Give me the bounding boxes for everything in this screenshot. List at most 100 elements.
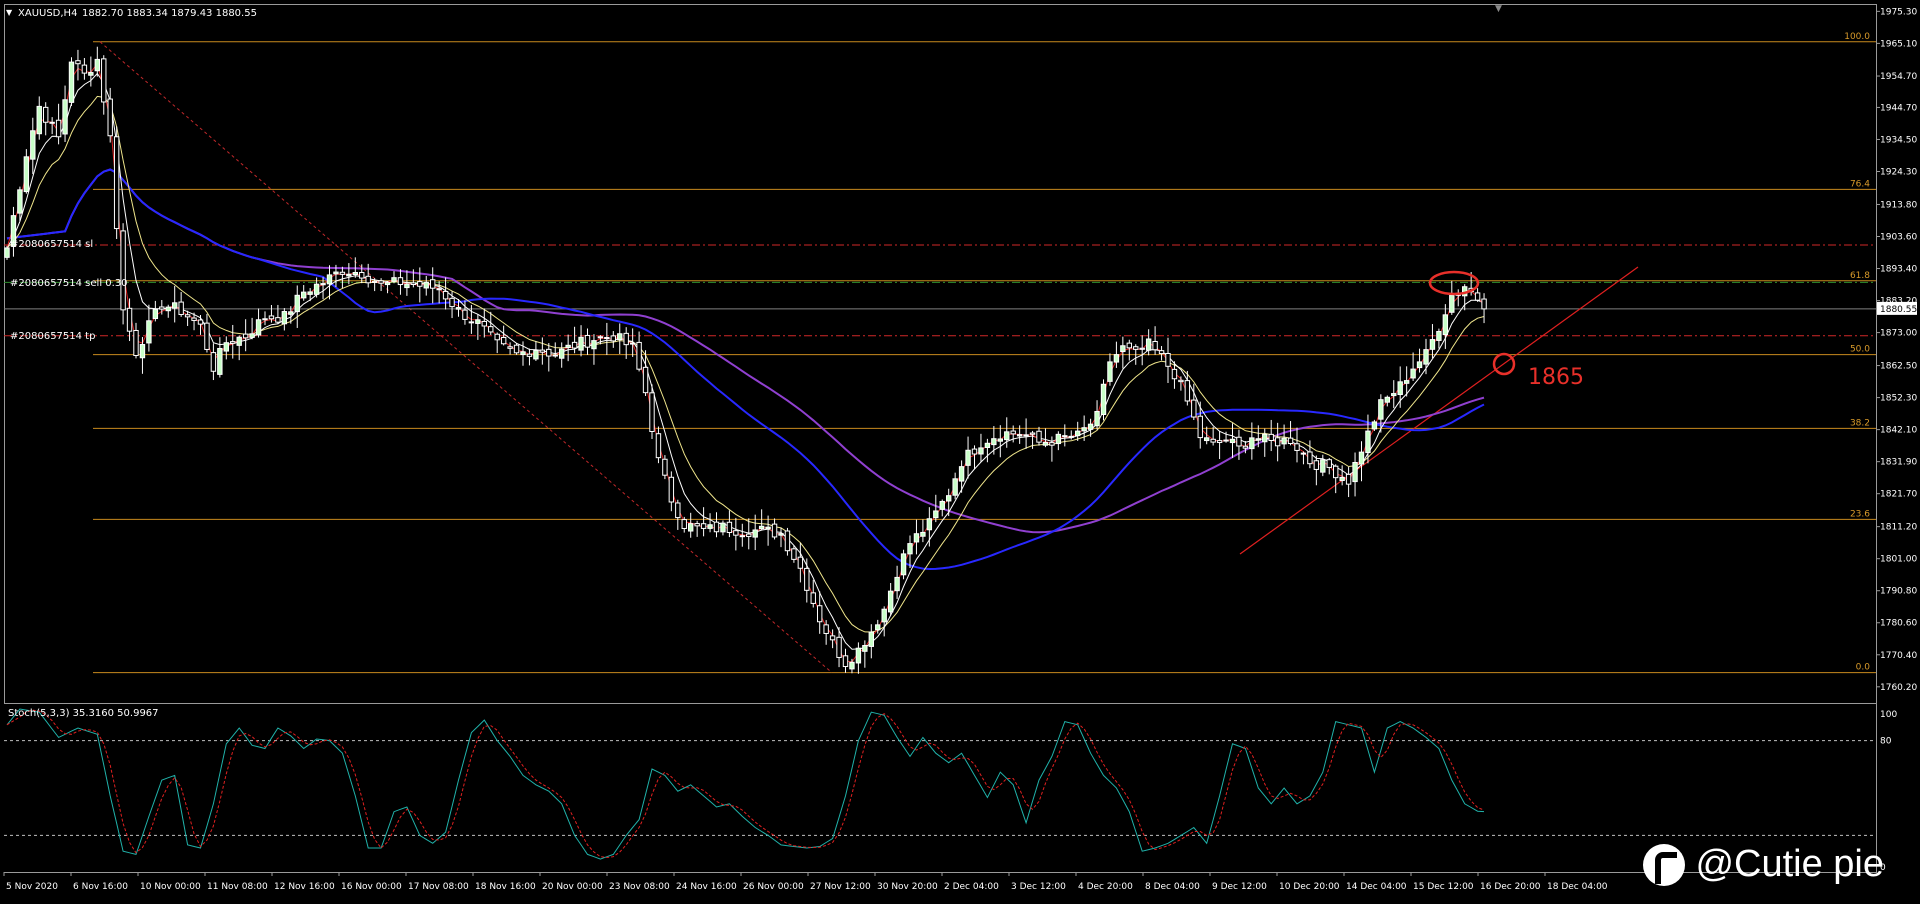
- candle-bear: [436, 288, 442, 291]
- candle-bull: [1358, 451, 1365, 465]
- candle-bull: [1442, 314, 1449, 336]
- candle-bear: [784, 530, 791, 552]
- price-tick-label: 1831.90: [1880, 458, 1917, 468]
- candle-bull: [1249, 437, 1255, 450]
- candle-bear: [449, 297, 455, 308]
- candle-bear: [365, 275, 371, 284]
- candle-bull: [346, 273, 352, 277]
- candle-bull: [778, 533, 784, 536]
- candle-bear: [642, 366, 649, 394]
- candle-bear: [675, 502, 681, 519]
- candle-bear: [610, 335, 616, 342]
- candle-bull: [475, 319, 481, 324]
- candle-bull: [23, 156, 30, 193]
- order-sell-label: #2080657514 sell 0.30: [10, 278, 128, 289]
- candle-bull: [223, 342, 230, 352]
- candle-bull: [920, 531, 926, 537]
- candle-bull: [1145, 338, 1152, 351]
- candle-bear: [1300, 452, 1307, 455]
- time-tick-label: 11 Nov 08:00: [207, 882, 268, 892]
- candle-bull: [907, 543, 913, 555]
- candle-bull: [752, 529, 758, 538]
- candle-bear: [1481, 298, 1487, 310]
- candle-bear: [1216, 440, 1223, 443]
- candle-bull: [688, 523, 694, 532]
- candle-bear: [430, 279, 436, 289]
- candle-bear: [655, 433, 662, 459]
- candle-bear: [726, 521, 733, 533]
- candle-bear: [1333, 465, 1339, 479]
- candle-bear: [49, 121, 55, 124]
- candle-bull: [326, 274, 333, 285]
- candle-bull: [965, 449, 971, 466]
- candle-bull: [384, 282, 391, 286]
- candle-bull: [146, 320, 152, 344]
- candle-bear: [1326, 459, 1332, 468]
- candle-bear: [417, 281, 423, 287]
- candle-bear: [1126, 342, 1132, 349]
- candle-bull: [720, 522, 726, 533]
- time-tick-label: 8 Dec 04:00: [1145, 882, 1200, 892]
- candle-bull: [1087, 423, 1094, 430]
- price-tick-label: 1760.20: [1880, 683, 1917, 693]
- candle-bear: [378, 280, 384, 284]
- candle-bull: [887, 590, 894, 613]
- time-tick-label: 18 Dec 04:00: [1547, 882, 1608, 892]
- candle-bull: [1320, 459, 1326, 473]
- candle-bear: [1294, 443, 1300, 451]
- candle-bear: [1184, 380, 1191, 402]
- stochastic-label: Stoch(5,3,3) 35.3160 50.9967: [8, 708, 159, 719]
- fib-label-50-0: 50.0: [1850, 345, 1870, 355]
- candle-bear: [1287, 437, 1294, 445]
- scroll-marker[interactable]: ▼: [1495, 4, 1502, 14]
- candle-bull: [1107, 361, 1113, 382]
- time-tick-label: 16 Dec 20:00: [1480, 882, 1541, 892]
- time-tick-label: 10 Dec 20:00: [1279, 882, 1340, 892]
- candle-bull: [1397, 381, 1403, 396]
- candle-bear: [1062, 435, 1068, 438]
- candle-bull: [1262, 433, 1268, 443]
- candle-bear: [210, 352, 217, 372]
- time-tick-label: 20 Nov 00:00: [542, 882, 603, 892]
- candle-bear: [197, 319, 204, 325]
- candle-bull: [900, 553, 907, 576]
- candle-bull: [1223, 439, 1229, 442]
- candle-bull: [875, 624, 881, 631]
- current-price-label: 1880.55: [1880, 305, 1917, 315]
- time-tick-label: 14 Dec 04:00: [1346, 882, 1407, 892]
- price-tick-label: 1944.70: [1880, 103, 1917, 113]
- candle-bear: [971, 448, 978, 455]
- price-tick-label: 1842.10: [1880, 426, 1917, 436]
- time-tick-label: 17 Nov 08:00: [408, 882, 469, 892]
- candle-bull: [1436, 331, 1442, 341]
- candle-bear: [113, 136, 120, 230]
- collapse-glyph[interactable]: ▼: [6, 8, 13, 17]
- watermark: @Cutie pie: [1643, 843, 1884, 886]
- candle-bear: [1268, 433, 1274, 442]
- candle-bear: [339, 271, 346, 275]
- time-tick-label: 3 Dec 12:00: [1011, 882, 1066, 892]
- price-tick-label: 1965.10: [1880, 39, 1917, 49]
- time-tick-label: 23 Nov 08:00: [609, 882, 670, 892]
- candle-bear: [75, 60, 81, 65]
- candle-bear: [55, 119, 62, 138]
- candle-bear: [817, 605, 823, 623]
- candle-bull: [1339, 476, 1345, 481]
- candle-bull: [1100, 383, 1107, 415]
- time-tick-label: 18 Nov 16:00: [475, 882, 536, 892]
- candle-bull: [559, 348, 565, 359]
- order-sl-label: #2080657514 sl: [10, 239, 93, 250]
- stoch-tick-label: 100: [1880, 710, 1897, 720]
- time-tick-label: 5 Nov 2020: [6, 882, 58, 892]
- candle-bull: [30, 130, 36, 160]
- candle-bull: [958, 466, 965, 482]
- candle-bull: [262, 318, 268, 321]
- candle-bull: [997, 438, 1003, 442]
- price-chart[interactable]: 100.0 76.4 61.8 50.0 38.2 23.6 0.0 1975.30 1965…: [0, 0, 1920, 900]
- candle-bull: [894, 576, 900, 592]
- price-tick-label: 1873.00: [1880, 329, 1917, 339]
- time-tick-label: 27 Nov 12:00: [810, 882, 871, 892]
- candle-bear: [1178, 379, 1184, 383]
- candle-bull: [455, 307, 462, 310]
- candle-bull: [604, 337, 610, 340]
